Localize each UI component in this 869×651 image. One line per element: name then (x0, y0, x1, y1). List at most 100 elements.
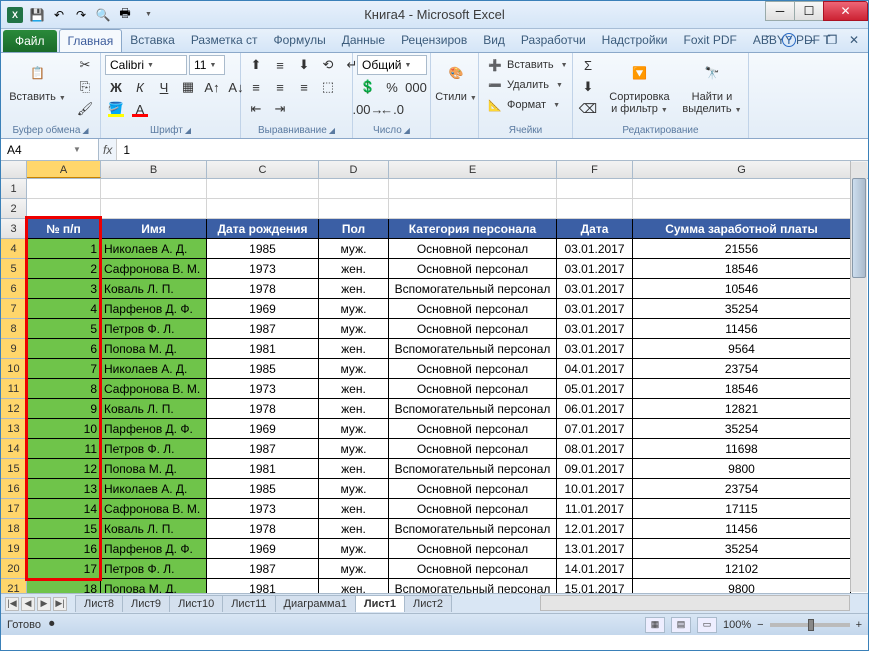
cell[interactable]: 12.01.2017 (557, 519, 633, 539)
cell[interactable]: 15 (27, 519, 101, 539)
cell[interactable]: 11.01.2017 (557, 499, 633, 519)
cell[interactable]: 12102 (633, 559, 851, 579)
alignment-dialog-launcher-icon[interactable]: ◢ (329, 126, 335, 135)
sheet-tab[interactable]: Лист1 (355, 595, 405, 612)
row-header[interactable]: 21 (1, 579, 27, 593)
copy-icon[interactable]: ⎘ (74, 77, 96, 97)
cell[interactable]: 1981 (207, 339, 319, 359)
row-header[interactable]: 15 (1, 459, 27, 479)
cell[interactable]: 5 (27, 319, 101, 339)
cell[interactable]: 05.01.2017 (557, 379, 633, 399)
align-center-icon[interactable]: ≡ (269, 77, 291, 97)
increase-indent-icon[interactable]: ⇥ (269, 99, 291, 119)
row-header[interactable]: 13 (1, 419, 27, 439)
row-header[interactable]: 19 (1, 539, 27, 559)
cell[interactable]: 1973 (207, 259, 319, 279)
percent-icon[interactable]: % (381, 77, 403, 97)
table-header-cell[interactable]: № п/п (27, 219, 101, 239)
sheet-nav-first-icon[interactable]: |◀ (5, 597, 19, 611)
cell[interactable]: 9 (27, 399, 101, 419)
cell[interactable]: муж. (319, 559, 389, 579)
cell[interactable]: 11456 (633, 519, 851, 539)
cell[interactable] (557, 199, 633, 219)
zoom-out-button[interactable]: − (757, 619, 763, 631)
print-icon[interactable]: 🖶 (115, 5, 135, 25)
styles-button[interactable]: 🎨 Стили▼ (435, 55, 477, 105)
cell[interactable]: муж. (319, 299, 389, 319)
column-header-E[interactable]: E (389, 161, 557, 178)
cell[interactable]: Вспомогательный персонал (389, 519, 557, 539)
cell[interactable]: 18546 (633, 259, 851, 279)
ribbon-tab-3[interactable]: Формулы (266, 29, 334, 52)
cell[interactable]: 21556 (633, 239, 851, 259)
column-header-F[interactable]: F (557, 161, 633, 178)
format-painter-icon[interactable]: 🖌 (74, 99, 96, 119)
cell[interactable]: муж. (319, 539, 389, 559)
cell[interactable]: 17 (27, 559, 101, 579)
doc-minimize-icon[interactable]: ─ (802, 32, 818, 48)
delete-cells-button[interactable]: ➖Удалить▼ (483, 75, 567, 95)
row-header[interactable]: 3 (1, 219, 27, 239)
cell[interactable]: 1973 (207, 499, 319, 519)
cell[interactable]: 1985 (207, 479, 319, 499)
table-header-cell[interactable]: Имя (101, 219, 207, 239)
cell[interactable]: 35254 (633, 539, 851, 559)
cell[interactable]: Сафронова В. М. (101, 499, 207, 519)
cell[interactable] (207, 199, 319, 219)
cell[interactable]: Парфенов Д. Ф. (101, 539, 207, 559)
page-break-view-icon[interactable]: ▭ (697, 617, 717, 633)
fx-icon[interactable]: fx (103, 143, 112, 157)
row-header[interactable]: 7 (1, 299, 27, 319)
currency-icon[interactable]: 💲 (357, 77, 379, 97)
vertical-scrollbar[interactable] (850, 162, 867, 592)
column-header-G[interactable]: G (633, 161, 851, 178)
cell[interactable]: Основной персонал (389, 499, 557, 519)
cell[interactable]: 03.01.2017 (557, 299, 633, 319)
cell[interactable]: 18546 (633, 379, 851, 399)
table-header-cell[interactable]: Сумма заработной платы (633, 219, 851, 239)
cell[interactable]: 9564 (633, 339, 851, 359)
cell[interactable]: жен. (319, 399, 389, 419)
font-size-combo[interactable]: 11▼ (189, 55, 225, 75)
cell[interactable]: 1981 (207, 579, 319, 593)
align-middle-icon[interactable]: ≡ (269, 55, 291, 75)
cell[interactable]: 12821 (633, 399, 851, 419)
cell[interactable]: муж. (319, 439, 389, 459)
cell[interactable]: Попова М. Д. (101, 459, 207, 479)
select-all-corner[interactable] (1, 161, 27, 178)
cell[interactable]: 1981 (207, 459, 319, 479)
align-right-icon[interactable]: ≡ (293, 77, 315, 97)
row-header[interactable]: 11 (1, 379, 27, 399)
cell[interactable]: Основной персонал (389, 479, 557, 499)
cell[interactable]: 1987 (207, 439, 319, 459)
row-header[interactable]: 16 (1, 479, 27, 499)
cell[interactable]: 1987 (207, 559, 319, 579)
row-header[interactable]: 18 (1, 519, 27, 539)
find-select-button[interactable]: 🔭 Найти и выделить▼ (680, 55, 744, 117)
cell[interactable]: 14 (27, 499, 101, 519)
redo-icon[interactable]: ↷ (71, 5, 91, 25)
number-dialog-launcher-icon[interactable]: ◢ (404, 126, 410, 135)
column-header-C[interactable]: C (207, 161, 319, 178)
cell[interactable]: жен. (319, 519, 389, 539)
fill-color-button[interactable]: 🪣 (105, 99, 127, 119)
cell[interactable]: муж. (319, 359, 389, 379)
ribbon-tab-0[interactable]: Главная (59, 29, 123, 52)
increase-decimal-icon[interactable]: .00→ (357, 99, 379, 119)
cell[interactable]: 1985 (207, 359, 319, 379)
spreadsheet-grid[interactable]: ABCDEFG 123№ п/пИмяДата рожденияПолКатег… (1, 161, 868, 593)
cell[interactable]: жен. (319, 259, 389, 279)
cell[interactable]: 1985 (207, 239, 319, 259)
cell[interactable] (319, 199, 389, 219)
sheet-tab[interactable]: Лист11 (222, 595, 275, 612)
cell[interactable]: Петров Ф. Л. (101, 439, 207, 459)
bold-button[interactable]: Ж (105, 77, 127, 97)
cell[interactable]: Коваль Л. П. (101, 279, 207, 299)
cell[interactable]: Вспомогательный персонал (389, 579, 557, 593)
cell[interactable]: 23754 (633, 479, 851, 499)
ribbon-tab-4[interactable]: Данные (334, 29, 393, 52)
cell[interactable]: 10546 (633, 279, 851, 299)
cell[interactable]: Основной персонал (389, 439, 557, 459)
cell[interactable]: Основной персонал (389, 259, 557, 279)
cell[interactable]: 17115 (633, 499, 851, 519)
